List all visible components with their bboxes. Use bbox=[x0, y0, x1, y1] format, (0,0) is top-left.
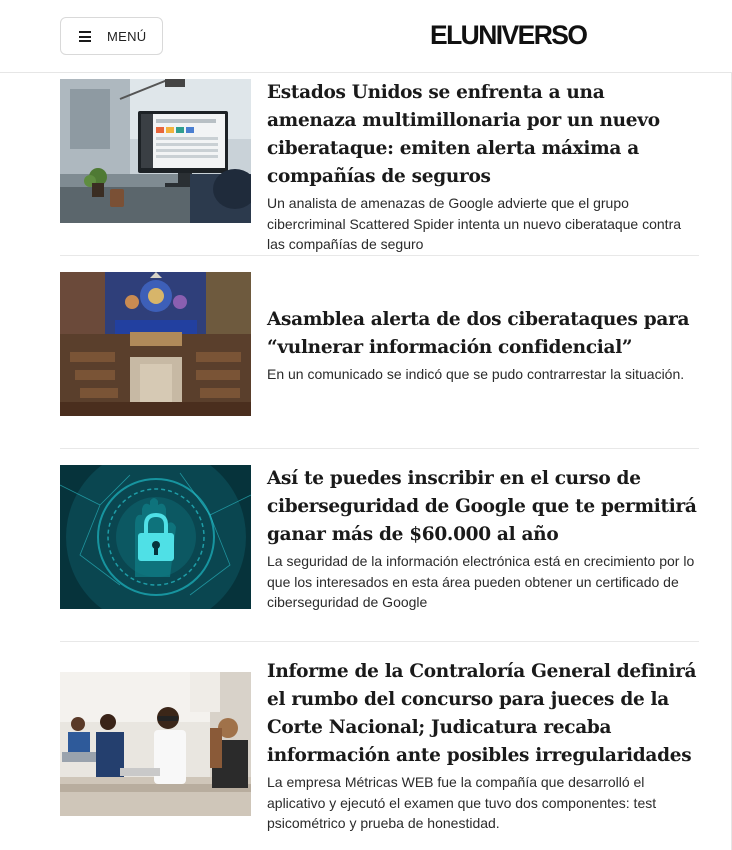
article-summary: La seguridad de la información electróni… bbox=[267, 553, 695, 610]
article-divider bbox=[60, 641, 699, 642]
site-logo[interactable]: ELUNIVERSO bbox=[430, 20, 588, 51]
article-headline[interactable]: Así te puedes inscribir en el curso de c… bbox=[267, 465, 699, 549]
article-thumbnail[interactable] bbox=[60, 79, 251, 223]
article-divider bbox=[60, 255, 699, 256]
article-headline[interactable]: Informe de la Contraloría General defini… bbox=[267, 658, 699, 770]
article-summary: Un analista de amenazas de Google advier… bbox=[267, 195, 682, 252]
article-text: Estados Unidos se enfrenta a una amenaza… bbox=[267, 79, 699, 255]
article-headline[interactable]: Estados Unidos se enfrenta a una amenaza… bbox=[267, 79, 699, 191]
article-summary: La empresa Métricas WEB fue la compañía … bbox=[267, 774, 657, 831]
article-thumbnail[interactable] bbox=[60, 672, 251, 816]
article-text: Así te puedes inscribir en el curso de c… bbox=[267, 465, 699, 613]
article-summary: En un comunicado se indicó que se pudo c… bbox=[267, 366, 685, 382]
article-divider bbox=[60, 448, 699, 449]
article-card[interactable]: Estados Unidos se enfrenta a una amenaza… bbox=[60, 79, 699, 252]
hamburger-icon bbox=[79, 31, 91, 42]
article-card[interactable]: Asamblea alerta de dos ciberataques para… bbox=[60, 272, 699, 422]
article-text: Asamblea alerta de dos ciberataques para… bbox=[267, 306, 699, 385]
article-thumbnail[interactable] bbox=[60, 465, 251, 609]
article-headline[interactable]: Asamblea alerta de dos ciberataques para… bbox=[267, 306, 699, 362]
menu-button[interactable]: MENÚ bbox=[60, 17, 163, 55]
site-header: MENÚ ELUNIVERSO bbox=[0, 0, 732, 73]
article-card[interactable]: Informe de la Contraloría General defini… bbox=[60, 658, 699, 838]
article-text: Informe de la Contraloría General defini… bbox=[267, 658, 699, 834]
article-thumbnail[interactable] bbox=[60, 272, 251, 416]
menu-label: MENÚ bbox=[107, 29, 147, 44]
article-card[interactable]: Así te puedes inscribir en el curso de c… bbox=[60, 465, 699, 615]
